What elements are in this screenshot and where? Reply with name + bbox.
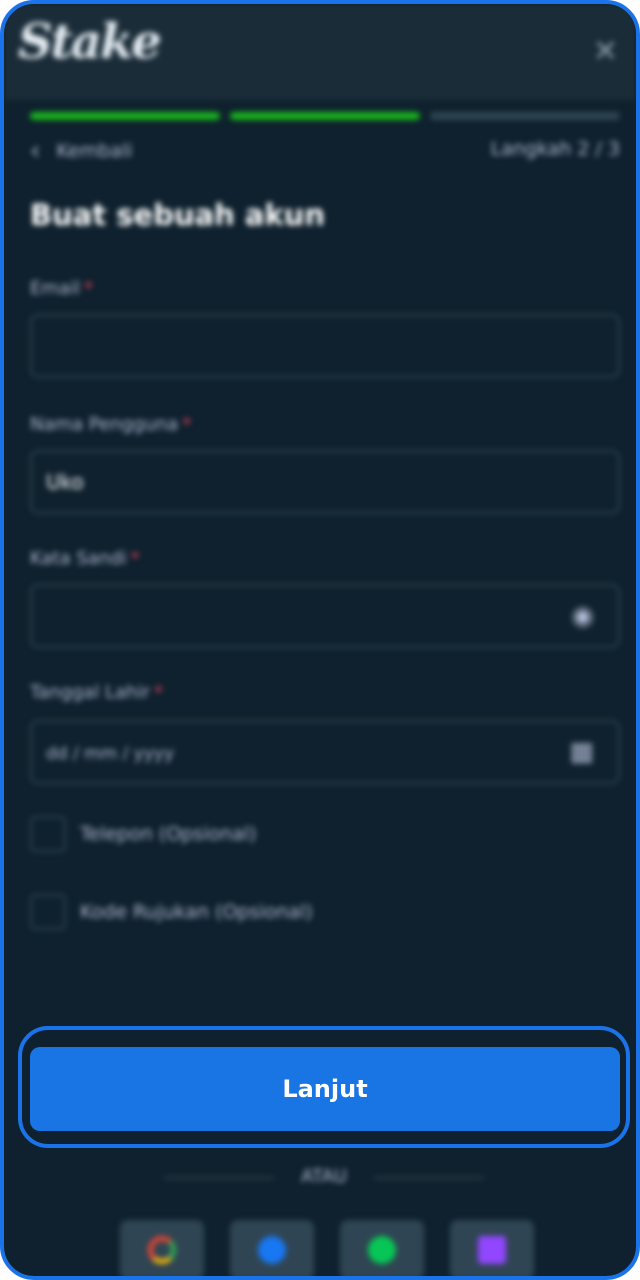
progress-step-1: [30, 112, 220, 120]
progress-bar: [30, 112, 620, 120]
close-icon[interactable]: ✕: [593, 34, 618, 69]
app-frame: Stake ✕ ‹ Kembali Langkah 2 / 3 Buat seb…: [0, 0, 640, 1280]
password-label: Kata Sandi *: [30, 548, 140, 569]
calendar-icon[interactable]: ▦: [569, 722, 594, 782]
twitch-icon: [478, 1236, 506, 1264]
chevron-left-icon: ‹: [30, 136, 41, 166]
line-icon: [368, 1236, 396, 1264]
facebook-icon: [258, 1236, 286, 1264]
username-label: Nama Pengguna *: [30, 414, 192, 435]
dob-label: Tanggal Lahir *: [30, 682, 163, 703]
password-field[interactable]: ◉: [30, 584, 620, 648]
page-title: Buat sebuah akun: [30, 198, 326, 232]
referral-optional-checkbox[interactable]: Kode Rujukan (Opsional): [30, 894, 313, 930]
back-label: Kembali: [56, 140, 133, 162]
google-login-button[interactable]: [120, 1220, 204, 1276]
continue-button[interactable]: Lanjut: [30, 1047, 620, 1131]
progress-step-3: [430, 112, 620, 120]
back-button[interactable]: ‹ Kembali: [30, 136, 132, 166]
stake-logo: Stake: [18, 14, 162, 70]
twitch-login-button[interactable]: [450, 1220, 534, 1276]
facebook-login-button[interactable]: [230, 1220, 314, 1276]
phone-optional-checkbox[interactable]: Telepon (Opsional): [30, 816, 256, 852]
line-login-button[interactable]: [340, 1220, 424, 1276]
phone-checkbox-box[interactable]: [30, 816, 66, 852]
email-field[interactable]: [30, 314, 620, 378]
or-divider: ATAU: [164, 1162, 484, 1192]
google-icon: [148, 1236, 176, 1264]
header: Stake ✕: [4, 4, 636, 100]
step-nav: ‹ Kembali Langkah 2 / 3: [30, 136, 620, 168]
progress-step-2: [230, 112, 420, 120]
username-field[interactable]: Uko: [30, 450, 620, 514]
eye-icon[interactable]: ◉: [571, 586, 594, 646]
dob-field[interactable]: dd / mm / yyyy ▦: [30, 720, 620, 784]
dob-placeholder: dd / mm / yyyy: [46, 744, 175, 764]
referral-checkbox-label: Kode Rujukan (Opsional): [80, 901, 313, 923]
phone-checkbox-label: Telepon (Opsional): [80, 823, 257, 845]
email-label: Email *: [30, 278, 93, 299]
step-indicator: Langkah 2 / 3: [490, 138, 620, 160]
referral-checkbox-box[interactable]: [30, 894, 66, 930]
